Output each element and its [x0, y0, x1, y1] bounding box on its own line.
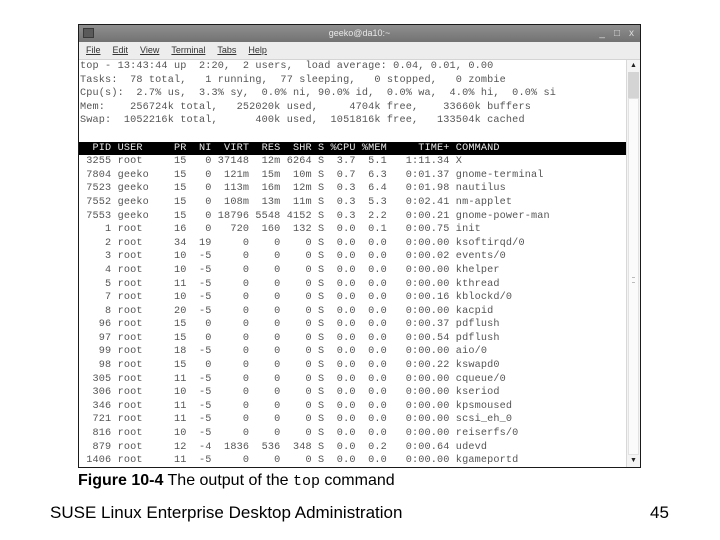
vertical-scrollbar[interactable]: ▲ ▼ [626, 60, 640, 467]
process-row: 721 root 11 -5 0 0 0 S 0.0 0.0 0:00.00 s… [80, 414, 550, 426]
process-row: 7523 geeko 15 0 113m 16m 12m S 0.3 6.4 0… [80, 183, 550, 195]
summary-cpu: Cpu(s): 2.7% us, 3.3% sy, 0.0% ni, 90.0%… [80, 88, 557, 100]
process-row: 99 root 18 -5 0 0 0 S 0.0 0.0 0:00.00 ai… [80, 346, 550, 358]
process-row: 5 root 11 -5 0 0 0 S 0.0 0.0 0:00.00 kth… [80, 278, 550, 290]
menu-bar: File Edit View Terminal Tabs Help [79, 42, 640, 60]
process-row: 98 root 15 0 0 0 0 S 0.0 0.0 0:00.22 ksw… [80, 360, 550, 372]
process-table: 3255 root 15 0 37148 12m 6264 S 3.7 5.1 … [79, 155, 626, 468]
process-row: 96 root 15 0 0 0 0 S 0.0 0.0 0:00.37 pdf… [80, 319, 550, 331]
figure-label: Figure 10-4 [78, 472, 164, 489]
menu-help[interactable]: Help [248, 42, 267, 59]
process-row: 1 root 16 0 720 160 132 S 0.0 0.1 0:00.7… [80, 224, 550, 236]
process-row: 4 root 10 -5 0 0 0 S 0.0 0.0 0:00.00 khe… [80, 264, 550, 276]
process-row: 7804 geeko 15 0 121m 15m 10m S 0.7 6.3 0… [80, 169, 550, 181]
process-row: 879 root 12 -4 1836 536 348 S 0.0 0.2 0:… [80, 441, 550, 453]
process-row: 7 root 10 -5 0 0 0 S 0.0 0.0 0:00.16 kbl… [80, 292, 550, 304]
scroll-trough[interactable] [628, 72, 639, 98]
menu-terminal[interactable]: Terminal [171, 42, 205, 59]
top-summary: top - 13:43:44 up 2:20, 2 users, load av… [79, 60, 626, 128]
page-number: 45 [650, 503, 669, 522]
summary-swap: Swap: 1052216k total, 400k used, 1051816… [80, 115, 525, 127]
scroll-thumb[interactable] [628, 98, 639, 455]
course-title: SUSE Linux Enterprise Desktop Administra… [50, 503, 403, 522]
minimize-button[interactable]: _ [599, 25, 605, 42]
process-row: 346 root 11 -5 0 0 0 S 0.0 0.0 0:00.00 k… [80, 400, 550, 412]
maximize-button[interactable]: □ [614, 25, 620, 42]
scroll-down-arrow-icon[interactable]: ▼ [627, 455, 640, 467]
summary-tasks: Tasks: 78 total, 1 running, 77 sleeping,… [80, 74, 506, 86]
caption-text-2: command [319, 472, 395, 489]
summary-uptime: top - 13:43:44 up 2:20, 2 users, load av… [80, 61, 494, 72]
terminal-window: geeko@da10:~ _ □ x File Edit View Termin… [78, 24, 641, 468]
menu-file[interactable]: File [86, 42, 101, 59]
close-button[interactable]: x [629, 25, 634, 42]
menu-view[interactable]: View [140, 42, 159, 59]
terminal-output[interactable]: top - 13:43:44 up 2:20, 2 users, load av… [79, 60, 629, 468]
scroll-up-arrow-icon[interactable]: ▲ [627, 60, 640, 72]
process-row: 2 root 34 19 0 0 0 S 0.0 0.0 0:00.00 kso… [80, 237, 550, 249]
process-row: 816 root 10 -5 0 0 0 S 0.0 0.0 0:00.00 r… [80, 428, 550, 440]
window-title: geeko@da10:~ [328, 28, 391, 38]
process-row: 1406 root 11 -5 0 0 0 S 0.0 0.0 0:00.00 … [80, 455, 550, 467]
title-bar[interactable]: geeko@da10:~ _ □ x [79, 25, 640, 42]
process-row: 7552 geeko 15 0 108m 13m 11m S 0.3 5.3 0… [80, 196, 550, 208]
process-row: 3 root 10 -5 0 0 0 S 0.0 0.0 0:00.02 eve… [80, 251, 550, 263]
figure-caption: Figure 10-4 The output of the top comman… [78, 472, 395, 490]
caption-text-1: The output of the [163, 472, 293, 489]
process-table-header: PID USER PR NI VIRT RES SHR S %CPU %MEM … [79, 141, 629, 156]
menu-tabs[interactable]: Tabs [217, 42, 236, 59]
grip-icon [632, 276, 635, 283]
summary-mem: Mem: 256724k total, 252020k used, 4704k … [80, 101, 531, 113]
caption-code: top [292, 473, 320, 490]
menu-edit[interactable]: Edit [113, 42, 129, 59]
process-row: 97 root 15 0 0 0 0 S 0.0 0.0 0:00.54 pdf… [80, 332, 550, 344]
process-row: 8 root 20 -5 0 0 0 S 0.0 0.0 0:00.00 kac… [80, 305, 550, 317]
process-row: 7553 geeko 15 0 18796 5548 4152 S 0.3 2.… [80, 210, 550, 222]
process-row: 305 root 11 -5 0 0 0 S 0.0 0.0 0:00.00 c… [80, 373, 550, 385]
process-row: 306 root 10 -5 0 0 0 S 0.0 0.0 0:00.00 k… [80, 387, 550, 399]
process-row: 3255 root 15 0 37148 12m 6264 S 3.7 5.1 … [80, 156, 550, 168]
